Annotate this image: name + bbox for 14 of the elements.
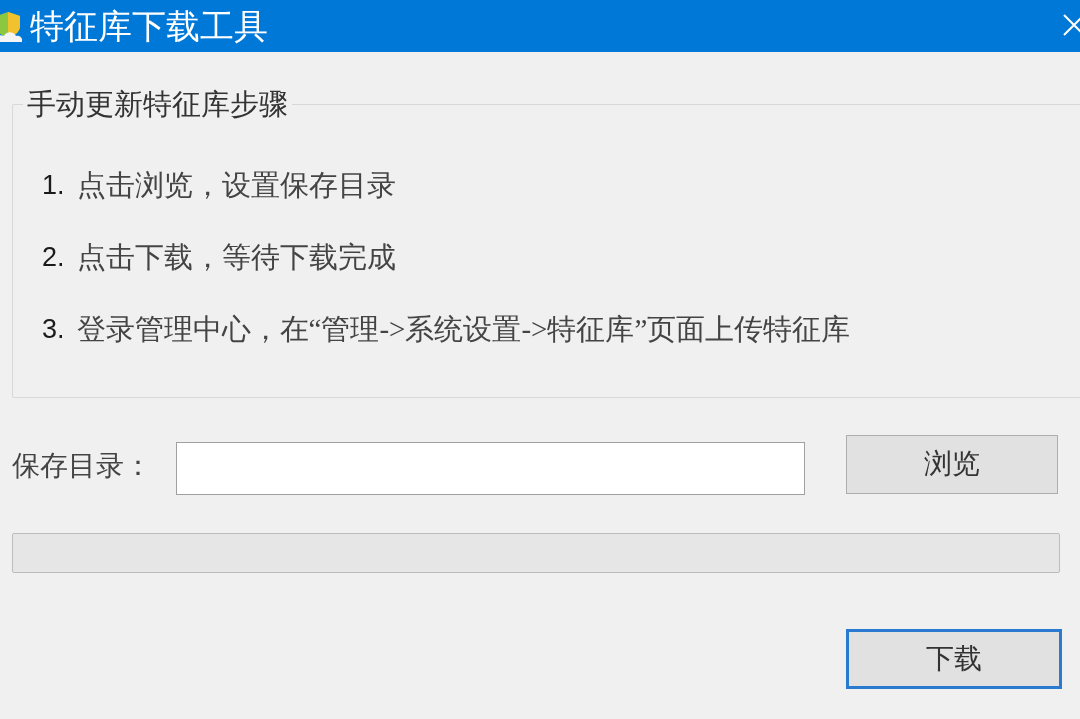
download-button[interactable]: 下载 bbox=[846, 629, 1062, 689]
save-directory-field[interactable] bbox=[176, 441, 805, 495]
close-icon[interactable] bbox=[1062, 13, 1080, 37]
group-title: 手动更新特征库步骤 bbox=[26, 87, 289, 122]
step-number: 1. bbox=[42, 169, 65, 202]
save-directory-label: 保存目录： bbox=[12, 449, 153, 483]
step-text: 点击浏览，设置保存目录 bbox=[76, 168, 396, 203]
window-title: 特征库下载工具 bbox=[30, 6, 268, 46]
shield-cloud-icon bbox=[0, 10, 22, 44]
step-text: 登录管理中心，在“管理->系统设置->特征库”页面上传特征库 bbox=[76, 312, 851, 347]
step-number: 2. bbox=[42, 241, 65, 274]
browse-button[interactable]: 浏览 bbox=[846, 434, 1058, 494]
step-text: 点击下载，等待下载完成 bbox=[76, 240, 396, 275]
step-number: 3. bbox=[42, 313, 65, 346]
